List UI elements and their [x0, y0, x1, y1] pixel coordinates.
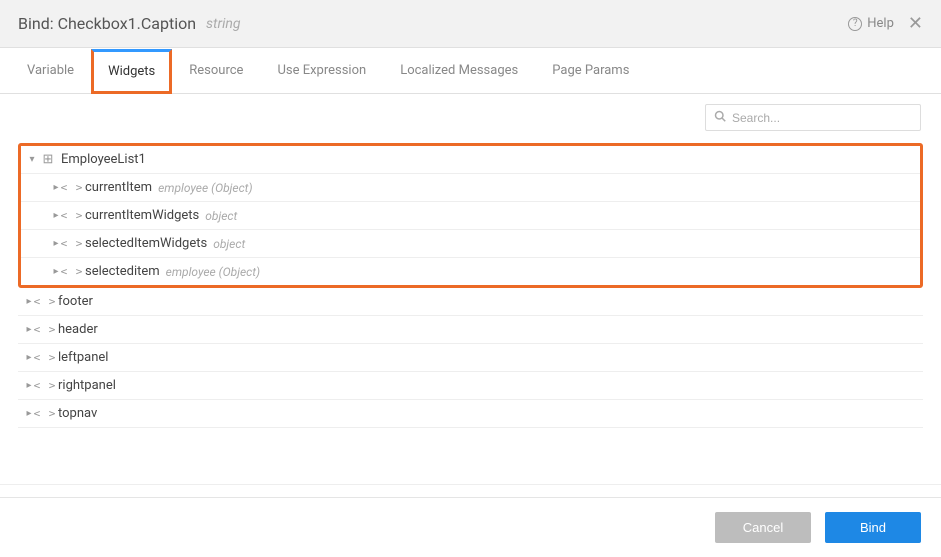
tab-page-params[interactable]: Page Params: [535, 48, 646, 93]
node-label: footer: [58, 294, 93, 309]
footer-bar: Cancel Bind: [0, 497, 941, 557]
help-icon: ?: [848, 17, 862, 31]
help-label: Help: [867, 16, 894, 31]
tag-icon: < >: [63, 265, 81, 278]
tree-node-currentitemwidgets[interactable]: < > currentItemWidgets object: [21, 202, 920, 230]
tab-widgets[interactable]: Widgets: [91, 49, 172, 94]
node-label: currentItem: [85, 180, 152, 195]
node-label: rightpanel: [58, 378, 116, 393]
tag-icon: < >: [63, 209, 81, 222]
node-label: topnav: [58, 406, 97, 421]
highlighted-group: EmployeeList1 < > currentItem employee (…: [18, 143, 923, 288]
footer-separator: [0, 484, 941, 485]
tab-use-expression[interactable]: Use Expression: [260, 48, 383, 93]
node-label: selecteditem: [85, 264, 160, 279]
list-icon: [39, 152, 57, 167]
tree-node-rightpanel[interactable]: < > rightpanel: [18, 372, 923, 400]
tree-node-footer[interactable]: < > footer: [18, 288, 923, 316]
tag-icon: < >: [36, 379, 54, 392]
node-label: leftpanel: [58, 350, 108, 365]
help-link[interactable]: ? Help: [848, 16, 894, 31]
widget-tree: EmployeeList1 < > currentItem employee (…: [0, 135, 941, 428]
node-label: EmployeeList1: [61, 152, 146, 167]
node-type: employee (Object): [166, 265, 260, 279]
search-input[interactable]: [732, 111, 912, 125]
cancel-button[interactable]: Cancel: [715, 512, 811, 543]
node-type: object: [213, 237, 245, 251]
tree-node-selecteditem[interactable]: < > selecteditem employee (Object): [21, 258, 920, 285]
node-label: currentItemWidgets: [85, 208, 199, 223]
tree-node-leftpanel[interactable]: < > leftpanel: [18, 344, 923, 372]
node-label: header: [58, 322, 98, 337]
tab-variable[interactable]: Variable: [10, 48, 91, 93]
search-icon: [714, 110, 726, 125]
tag-icon: < >: [63, 181, 81, 194]
tag-icon: < >: [63, 237, 81, 250]
tag-icon: < >: [36, 351, 54, 364]
dialog-title: Bind: Checkbox1.Caption: [18, 14, 196, 33]
tab-bar: Variable Widgets Resource Use Expression…: [0, 48, 941, 94]
tag-icon: < >: [36, 323, 54, 336]
tag-icon: < >: [36, 295, 54, 308]
search-row: [0, 94, 941, 135]
bind-button[interactable]: Bind: [825, 512, 921, 543]
tree-node-topnav[interactable]: < > topnav: [18, 400, 923, 428]
dialog-type: string: [206, 16, 240, 32]
search-box[interactable]: [705, 104, 921, 131]
tree-node-employeelist1[interactable]: EmployeeList1: [21, 146, 920, 174]
tree-node-currentitem[interactable]: < > currentItem employee (Object): [21, 174, 920, 202]
tree-node-header[interactable]: < > header: [18, 316, 923, 344]
tree-node-selecteditemwidgets[interactable]: < > selectedItemWidgets object: [21, 230, 920, 258]
tab-resource[interactable]: Resource: [172, 48, 260, 93]
expand-icon[interactable]: [25, 154, 39, 165]
node-type: employee (Object): [158, 181, 252, 195]
node-label: selectedItemWidgets: [85, 236, 207, 251]
node-type: object: [205, 209, 237, 223]
tab-localized-messages[interactable]: Localized Messages: [383, 48, 535, 93]
tag-icon: < >: [36, 407, 54, 420]
close-icon[interactable]: ✕: [908, 15, 923, 33]
dialog-header: Bind: Checkbox1.Caption string ? Help ✕: [0, 0, 941, 48]
